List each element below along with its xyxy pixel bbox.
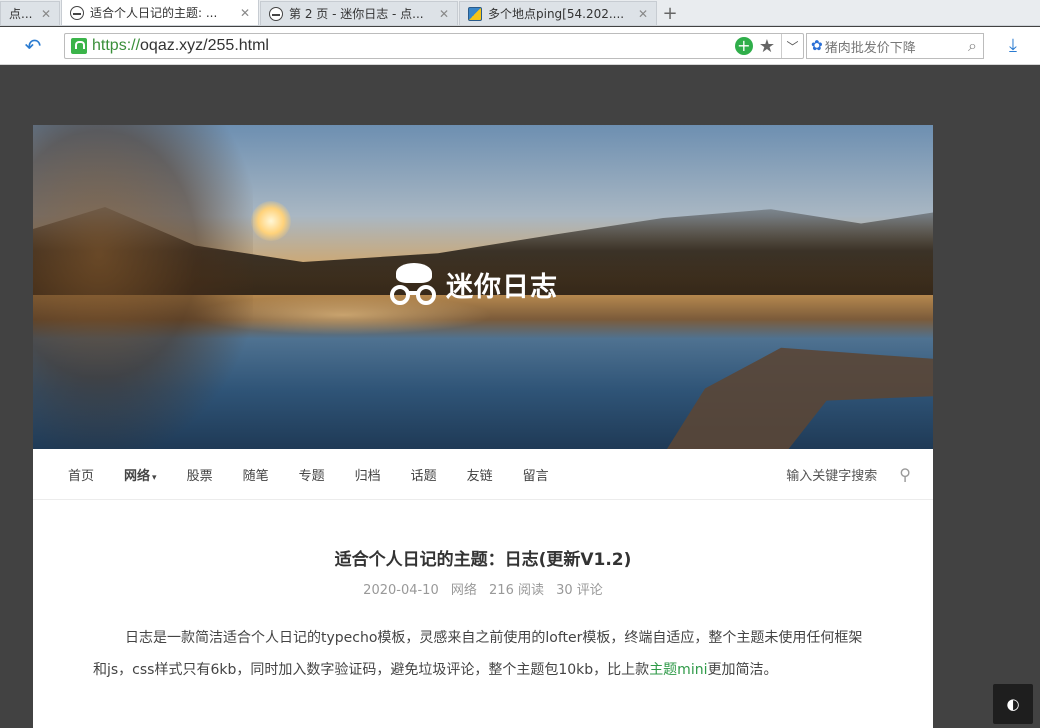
- nav-item-essays[interactable]: 随笔: [243, 465, 269, 484]
- tab-4[interactable]: 多个地点ping[54.202.... ✕: [459, 1, 657, 25]
- url-actions: + ★ ﹀: [734, 34, 803, 58]
- new-tab-button[interactable]: +: [658, 1, 682, 25]
- theme-mini-link[interactable]: 主题mini: [649, 662, 707, 678]
- header-banner: 迷你日志: [33, 125, 933, 449]
- nav-item-tags[interactable]: 话题: [411, 465, 437, 484]
- site-search-input[interactable]: 输入关键字搜索: [786, 465, 877, 484]
- search-icon[interactable]: ⌕: [968, 36, 977, 56]
- site-favicon-icon: [269, 6, 283, 21]
- tab-strip: 点... ✕ 适合个人日记的主题: ... ✕ 第 2 页 - 迷你日志 - 点…: [0, 0, 1040, 26]
- nav-item-archive[interactable]: 归档: [355, 465, 381, 484]
- ping-favicon-icon: [468, 6, 482, 21]
- site-name: 迷你日志: [446, 271, 558, 303]
- close-icon[interactable]: ✕: [638, 7, 648, 21]
- close-icon[interactable]: ✕: [41, 7, 51, 21]
- banner-sun: [251, 201, 291, 241]
- nav-item-links[interactable]: 友链: [467, 465, 493, 484]
- back-arrow-icon[interactable]: ↶: [22, 35, 44, 57]
- caret-down-icon: ▾: [152, 472, 157, 483]
- blog-page: 迷你日志 首页 网络 ▾ 股票 随笔 专题 归档 话题 友链 留言 输入关键字搜索…: [33, 125, 933, 728]
- post-reads: 216 阅读: [489, 583, 544, 598]
- plus-circle-icon[interactable]: +: [734, 37, 753, 55]
- close-icon[interactable]: ✕: [439, 7, 449, 21]
- tab-2[interactable]: 适合个人日记的主题: ... ✕: [61, 0, 259, 25]
- theme-toggle-button[interactable]: ◐: [993, 684, 1033, 724]
- main-nav: 首页 网络 ▾ 股票 随笔 专题 归档 话题 友链 留言 输入关键字搜索 ⚲: [33, 449, 933, 500]
- post-date: 2020-04-10: [363, 583, 439, 598]
- post-comments[interactable]: 30 评论: [556, 583, 603, 598]
- tab-1[interactable]: 点... ✕: [0, 1, 60, 25]
- lock-icon: [71, 38, 87, 54]
- tab-title: 多个地点ping[54.202....: [488, 7, 625, 21]
- url-field[interactable]: https://oqaz.xyz/255.html + ★ ﹀: [64, 33, 804, 59]
- banner-tree: [33, 125, 253, 449]
- url-scheme: https://: [92, 37, 141, 54]
- banner-dock: [667, 347, 933, 449]
- chevron-down-icon[interactable]: ﹀: [781, 34, 803, 58]
- nav-item-guestbook[interactable]: 留言: [523, 465, 549, 484]
- nav-item-stocks[interactable]: 股票: [187, 465, 213, 484]
- close-icon[interactable]: ✕: [240, 6, 250, 20]
- glasses-logo-icon: [388, 261, 440, 307]
- post-category[interactable]: 网络: [451, 583, 477, 598]
- tab-title: 适合个人日记的主题: ...: [90, 6, 218, 20]
- download-icon[interactable]: ⤓: [1002, 33, 1024, 59]
- site-favicon-icon: [70, 5, 84, 20]
- tab-title: 点...: [9, 7, 33, 21]
- site-search[interactable]: 输入关键字搜索 ⚲: [786, 465, 911, 484]
- nav-item-topics[interactable]: 专题: [299, 465, 325, 484]
- url-text[interactable]: https://oqaz.xyz/255.html: [92, 37, 735, 55]
- site-logo[interactable]: 迷你日志: [388, 261, 558, 307]
- nav-item-network[interactable]: 网络 ▾: [124, 465, 157, 484]
- nav-item-label: 网络: [124, 468, 151, 484]
- post-body: 日志是一款简洁适合个人日记的typecho模板，灵感来自之前使用的lofter模…: [93, 622, 873, 686]
- paw-icon[interactable]: ✿: [811, 38, 823, 54]
- star-icon[interactable]: ★: [759, 36, 775, 57]
- tab-3[interactable]: 第 2 页 - 迷你日志 - 点... ✕: [260, 1, 458, 25]
- post-meta: 2020-04-10 网络 216 阅读 30 评论: [33, 579, 933, 598]
- search-placeholder: 猪肉批发价下降: [824, 40, 916, 56]
- tab-title: 第 2 页 - 迷你日志 - 点...: [289, 7, 424, 21]
- address-bar: ↶ https://oqaz.xyz/255.html + ★ ﹀ ✿ 猪肉批发…: [0, 27, 1040, 65]
- nav-item-home[interactable]: 首页: [68, 465, 94, 484]
- post-title[interactable]: 适合个人日记的主题：日志(更新V1.2): [33, 545, 933, 570]
- url-path: oqaz.xyz/255.html: [140, 37, 269, 54]
- search-icon[interactable]: ⚲: [899, 465, 911, 484]
- search-input[interactable]: ✿ 猪肉批发价下降 ⌕: [806, 33, 984, 59]
- post-body-text-end: 更加简洁。: [707, 662, 778, 678]
